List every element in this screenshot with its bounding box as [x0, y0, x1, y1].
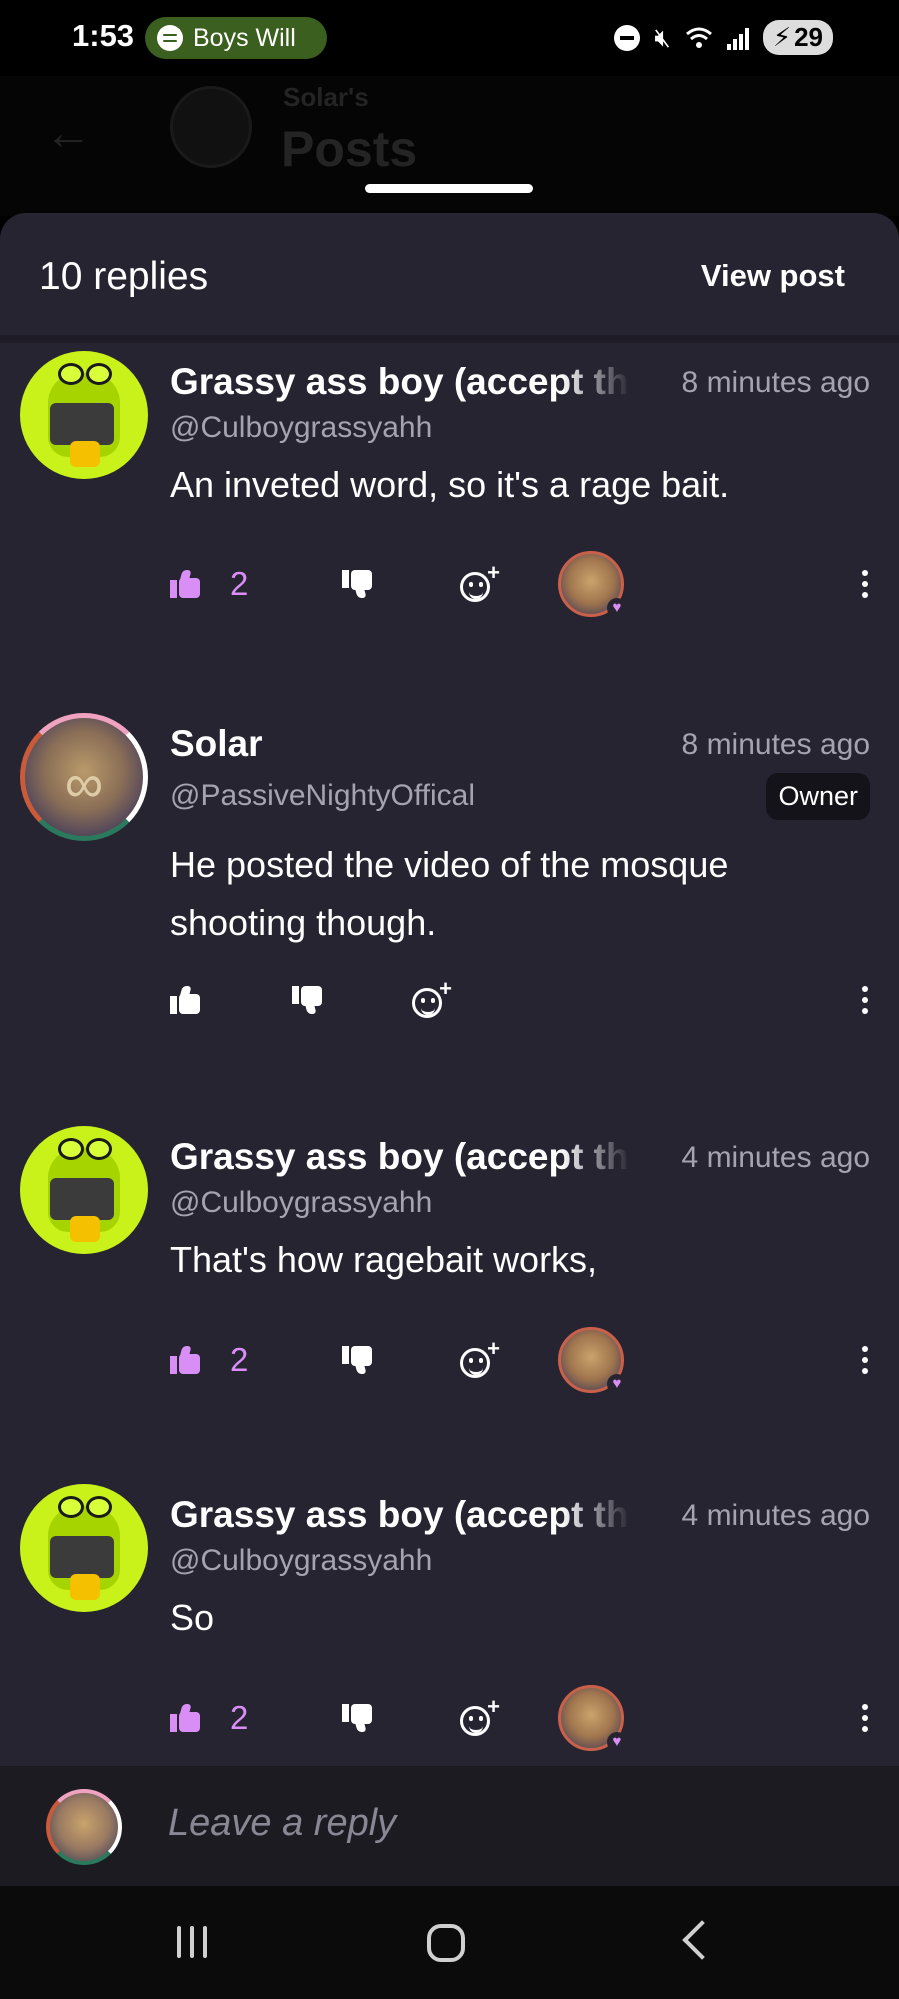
dislike-button[interactable] [342, 549, 372, 619]
comment-author-handle[interactable]: @Culboygrassyahh [170, 1544, 432, 1578]
comment-actions: 2 + ♥ [170, 1683, 870, 1753]
view-post-button[interactable]: View post [701, 258, 845, 294]
profile-avatar [170, 86, 252, 168]
comment-author-name[interactable]: Grassy ass boy (accept the [170, 1494, 630, 1536]
comment-actions: 2 + ♥ [170, 1325, 870, 1395]
like-count: 2 [230, 565, 249, 602]
charging-icon: ⚡︎ [772, 22, 792, 52]
recents-button[interactable] [177, 1926, 207, 1958]
thumbs-up-icon [170, 570, 200, 598]
user-avatar[interactable] [20, 1126, 148, 1254]
mute-icon: 🔇︎ [654, 21, 671, 52]
status-bar: 1:53 Boys Will 🔇︎ ⚡︎ 29 [0, 0, 899, 76]
sheet-header: 10 replies View post [0, 213, 899, 343]
comment-actions: + [170, 965, 870, 1035]
comment-timestamp: 4 minutes ago [681, 1141, 870, 1174]
heart-icon: ♥ [607, 598, 627, 618]
signal-icon [726, 26, 749, 50]
comment-author-name[interactable]: Grassy ass boy (accept the [170, 1136, 630, 1178]
add-reaction-button[interactable]: + [460, 549, 500, 619]
back-arrow-icon: ← [44, 107, 92, 160]
status-time: 1:53 [72, 18, 135, 53]
infinity-icon: ∞ [64, 754, 104, 815]
now-playing-pill[interactable]: Boys Will [145, 17, 327, 59]
heart-icon: ♥ [607, 1374, 627, 1394]
replies-sheet: 10 replies View post Grassy ass boy (acc… [0, 213, 899, 1886]
comment-text: An inveted word, so it's a rage bait. [170, 464, 730, 505]
more-vertical-icon [860, 566, 870, 602]
spotify-icon [157, 25, 183, 51]
reactor-avatar[interactable]: ♥ [558, 1325, 627, 1395]
add-reaction-icon: + [460, 560, 500, 602]
more-vertical-icon [860, 1342, 870, 1378]
home-button[interactable] [427, 1924, 465, 1962]
now-playing-label: Boys Will [193, 23, 296, 52]
battery-level: 29 [794, 22, 823, 52]
system-navigation-bar [0, 1886, 899, 1999]
replies-count: 10 replies [39, 255, 209, 298]
dislike-button[interactable] [292, 965, 322, 1035]
comment-timestamp: 4 minutes ago [681, 1499, 870, 1532]
add-reaction-icon: + [460, 1694, 500, 1736]
comment-author-handle[interactable]: @Culboygrassyahh [170, 411, 432, 445]
add-reaction-button[interactable]: + [460, 1683, 500, 1753]
thumbs-down-icon [342, 1346, 372, 1374]
header-title: Posts [281, 121, 418, 177]
thumbs-down-icon [292, 986, 322, 1014]
user-avatar[interactable] [20, 1484, 148, 1612]
sheet-drag-handle[interactable] [365, 184, 533, 193]
comment-author-name[interactable]: Solar [170, 723, 630, 765]
comment-text: So [170, 1597, 215, 1638]
thumbs-up-icon [170, 1346, 200, 1374]
like-button[interactable]: 2 [170, 1683, 248, 1753]
like-count: 2 [230, 1699, 249, 1736]
reply-composer [0, 1766, 899, 1886]
current-user-avatar [46, 1789, 122, 1865]
more-options-button[interactable] [860, 1683, 870, 1753]
thumbs-up-icon [170, 1704, 200, 1732]
more-options-button[interactable] [860, 965, 870, 1035]
reactor-avatar[interactable]: ♥ [558, 1683, 627, 1753]
battery-indicator: ⚡︎ 29 [762, 20, 833, 55]
comment-author-handle[interactable]: @Culboygrassyahh [170, 1186, 432, 1220]
comment-timestamp: 8 minutes ago [681, 366, 870, 399]
thumbs-up-icon [170, 986, 200, 1014]
wifi-icon [685, 27, 712, 48]
like-button[interactable]: 2 [170, 1325, 248, 1395]
comment-author-handle[interactable]: @PassiveNightyOffical [170, 779, 475, 813]
reactor-avatar[interactable]: ♥ [558, 549, 627, 619]
thumbs-down-icon [342, 1704, 372, 1732]
comment-author-name[interactable]: Grassy ass boy (accept the [170, 361, 630, 403]
add-reaction-icon: + [412, 976, 452, 1018]
header-subtitle: Solar's [283, 82, 369, 112]
comment-text: That's how ragebait works, [170, 1239, 598, 1280]
like-button[interactable] [170, 965, 200, 1035]
status-icons: 🔇︎ ⚡︎ 29 [614, 20, 833, 55]
more-options-button[interactable] [860, 549, 870, 619]
dislike-button[interactable] [342, 1683, 372, 1753]
user-avatar[interactable] [20, 351, 148, 479]
comment-text: He posted the video of the mosque shooti… [170, 844, 729, 943]
reply-input[interactable] [168, 1802, 848, 1845]
more-vertical-icon [860, 1700, 870, 1736]
heart-icon: ♥ [607, 1732, 627, 1752]
add-reaction-button[interactable]: + [460, 1325, 500, 1395]
owner-badge: Owner [766, 773, 870, 820]
comment-actions: 2 + ♥ [170, 549, 870, 619]
back-button[interactable] [682, 1920, 722, 1960]
background-header: ← Solar's Posts [0, 76, 899, 216]
user-avatar[interactable]: ∞ [20, 713, 148, 841]
comment-timestamp: 8 minutes ago [681, 728, 870, 761]
more-vertical-icon [860, 982, 870, 1018]
like-button[interactable]: 2 [170, 549, 248, 619]
dislike-button[interactable] [342, 1325, 372, 1395]
add-reaction-icon: + [460, 1336, 500, 1378]
more-options-button[interactable] [860, 1325, 870, 1395]
thumbs-down-icon [342, 570, 372, 598]
add-reaction-button[interactable]: + [412, 965, 452, 1035]
like-count: 2 [230, 1341, 249, 1378]
do-not-disturb-icon [614, 24, 641, 51]
